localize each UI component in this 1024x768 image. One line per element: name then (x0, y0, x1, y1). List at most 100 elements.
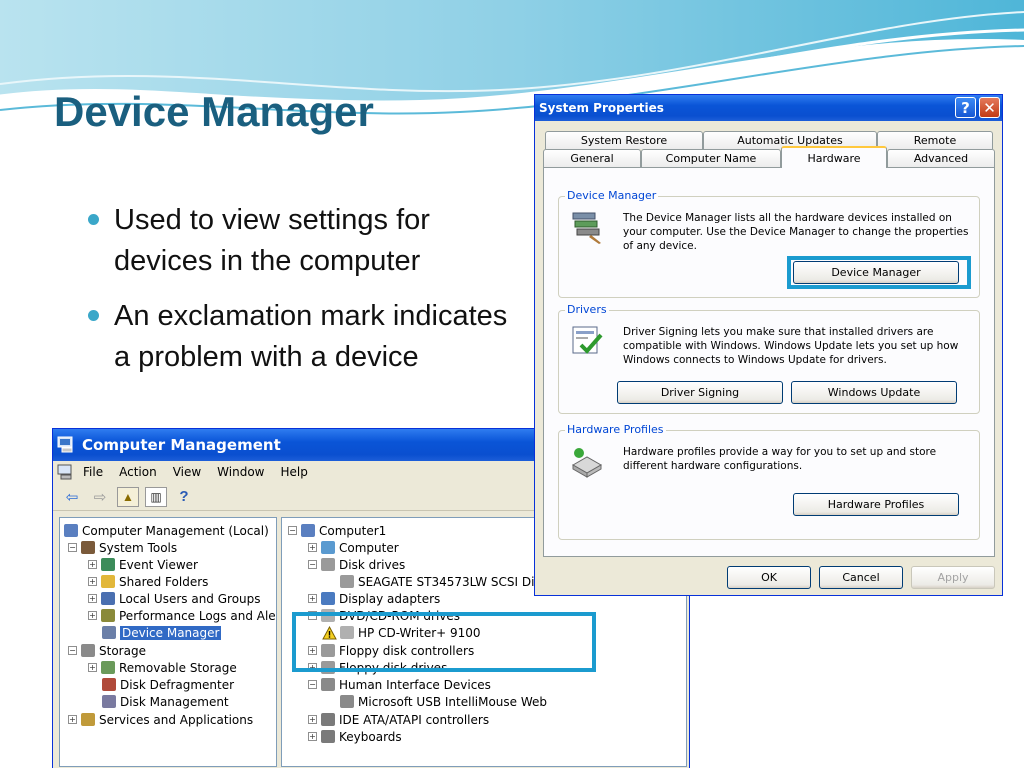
computer-management-icon (57, 436, 73, 453)
tree-item[interactable]: + Performance Logs and Alert: (88, 607, 276, 624)
bullet-dot-icon (88, 310, 99, 321)
tree-item[interactable]: − System Tools (68, 539, 177, 556)
menu-action[interactable]: Action (119, 465, 157, 479)
windows-update-button[interactable]: Windows Update (791, 381, 957, 404)
tree-item[interactable]: Computer Management (Local) (64, 522, 269, 539)
expand-icon[interactable]: + (308, 715, 317, 724)
expand-icon[interactable]: + (88, 594, 97, 603)
bullet-dot-icon (88, 214, 99, 225)
help-button[interactable]: ? (955, 97, 976, 118)
keyboard-icon (321, 730, 335, 743)
tree-item[interactable]: + IDE ATA/ATAPI controllers (308, 711, 489, 728)
display-adapter-icon (321, 592, 335, 605)
mouse-icon (340, 695, 354, 708)
disk-drive-icon (321, 558, 335, 571)
users-icon (101, 592, 115, 605)
expand-icon[interactable]: + (68, 715, 77, 724)
expand-icon[interactable]: + (88, 611, 97, 620)
disk-management-icon (102, 695, 116, 708)
expand-icon[interactable]: + (308, 732, 317, 741)
tree-item[interactable]: − Storage (68, 642, 146, 659)
expand-icon[interactable]: + (88, 663, 97, 672)
device-manager-button-highlight (787, 256, 971, 289)
apply-button[interactable]: Apply (911, 566, 995, 589)
collapse-icon[interactable]: − (288, 526, 297, 535)
close-button[interactable]: ✕ (979, 97, 1000, 118)
computer-icon (64, 524, 78, 537)
bullet-text: Used to view settings for devices in the… (114, 204, 430, 277)
system-properties-titlebar[interactable]: System Properties ? ✕ (535, 95, 1002, 121)
tree-item[interactable]: + Display adapters (308, 590, 440, 607)
expand-icon[interactable]: + (88, 560, 97, 569)
event-viewer-icon (101, 558, 115, 571)
performance-icon (101, 609, 115, 622)
services-icon (81, 713, 95, 726)
collapse-icon[interactable]: − (68, 646, 77, 655)
tree-item[interactable]: − Disk drives (308, 556, 405, 573)
menu-file[interactable]: File (83, 465, 103, 479)
cancel-button[interactable]: Cancel (819, 566, 903, 589)
show-hide-tree-icon[interactable]: ▥ (145, 486, 167, 507)
tree-item[interactable]: + Event Viewer (88, 556, 198, 573)
tree-item[interactable]: − Computer1 (288, 522, 386, 539)
tools-icon (81, 541, 95, 554)
hardware-profiles-group-label: Hardware Profiles (565, 423, 666, 436)
expand-icon[interactable]: + (308, 594, 317, 603)
device-manager-description: The Device Manager lists all the hardwar… (623, 212, 969, 252)
tab-computer-name[interactable]: Computer Name (641, 149, 781, 167)
drivers-group-label: Drivers (565, 303, 609, 316)
hardware-profiles-button[interactable]: Hardware Profiles (793, 493, 959, 516)
tree-item-device-manager[interactable]: Device Manager (102, 624, 222, 641)
forward-arrow-icon[interactable]: ⇨ (89, 487, 111, 507)
collapse-icon[interactable]: − (308, 680, 317, 689)
tab-general[interactable]: General (543, 149, 641, 167)
computer-management-title: Computer Management (82, 436, 281, 454)
tab-hardware[interactable]: Hardware (781, 146, 887, 168)
menu-window[interactable]: Window (217, 465, 264, 479)
bullet-item: An exclamation mark indicates a problem … (88, 296, 528, 378)
collapse-icon[interactable]: − (68, 543, 77, 552)
up-folder-icon[interactable]: ▲ (117, 486, 139, 507)
tree-item[interactable]: Disk Defragmenter (102, 676, 234, 693)
ok-button[interactable]: OK (727, 566, 811, 589)
computer-icon (321, 541, 335, 554)
menu-view[interactable]: View (173, 465, 201, 479)
bullet-list: Used to view settings for devices in the… (88, 200, 528, 392)
storage-icon (81, 644, 95, 657)
app-menu-icon[interactable] (57, 464, 75, 480)
tree-item[interactable]: Disk Management (102, 693, 229, 710)
tab-system-restore[interactable]: System Restore (545, 131, 703, 149)
help-icon[interactable]: ? (173, 487, 195, 507)
hardware-profiles-description: Hardware profiles provide a way for you … (623, 446, 937, 472)
drivers-group: Drivers Driver Signing lets you make sur… (558, 303, 980, 414)
driver-signing-button[interactable]: Driver Signing (617, 381, 783, 404)
tab-remote[interactable]: Remote (877, 131, 993, 149)
tree-item[interactable]: + Computer (308, 539, 399, 556)
system-properties-dialog: System Properties ? ✕ System Restore Aut… (534, 94, 1003, 596)
collapse-icon[interactable]: − (308, 560, 317, 569)
left-tree-pane[interactable]: Computer Management (Local) − System Tool… (59, 517, 277, 767)
hardware-profiles-icon (571, 448, 603, 478)
tree-item[interactable]: + Removable Storage (88, 659, 237, 676)
removable-storage-icon (101, 661, 115, 674)
slide-title: Device Manager (54, 88, 374, 135)
back-arrow-icon[interactable]: ⇦ (61, 487, 83, 507)
expand-icon[interactable]: + (88, 577, 97, 586)
menu-help[interactable]: Help (281, 465, 308, 479)
device-manager-icon (572, 212, 601, 244)
bullet-item: Used to view settings for devices in the… (88, 200, 528, 282)
tree-item[interactable]: + Local Users and Groups (88, 590, 261, 607)
tree-item[interactable]: + Services and Applications (68, 711, 253, 728)
hardware-tab-panel: Device Manager The Device Manager lists … (543, 167, 995, 557)
disk-drive-icon (340, 575, 354, 588)
tree-item[interactable]: SEAGATE ST34573LW SCSI Disk (340, 573, 548, 590)
tree-item[interactable]: + Shared Folders (88, 573, 208, 590)
tree-item[interactable]: + Keyboards (308, 728, 402, 745)
expand-icon[interactable]: + (308, 543, 317, 552)
hardware-profiles-group: Hardware Profiles Hardware profiles prov… (558, 423, 980, 540)
tree-item[interactable]: − Human Interface Devices (308, 676, 491, 693)
tab-advanced[interactable]: Advanced (887, 149, 995, 167)
bullet-text: An exclamation mark indicates a problem … (114, 300, 508, 373)
tree-item[interactable]: Microsoft USB IntelliMouse Web (340, 693, 547, 710)
device-manager-icon (102, 626, 116, 639)
